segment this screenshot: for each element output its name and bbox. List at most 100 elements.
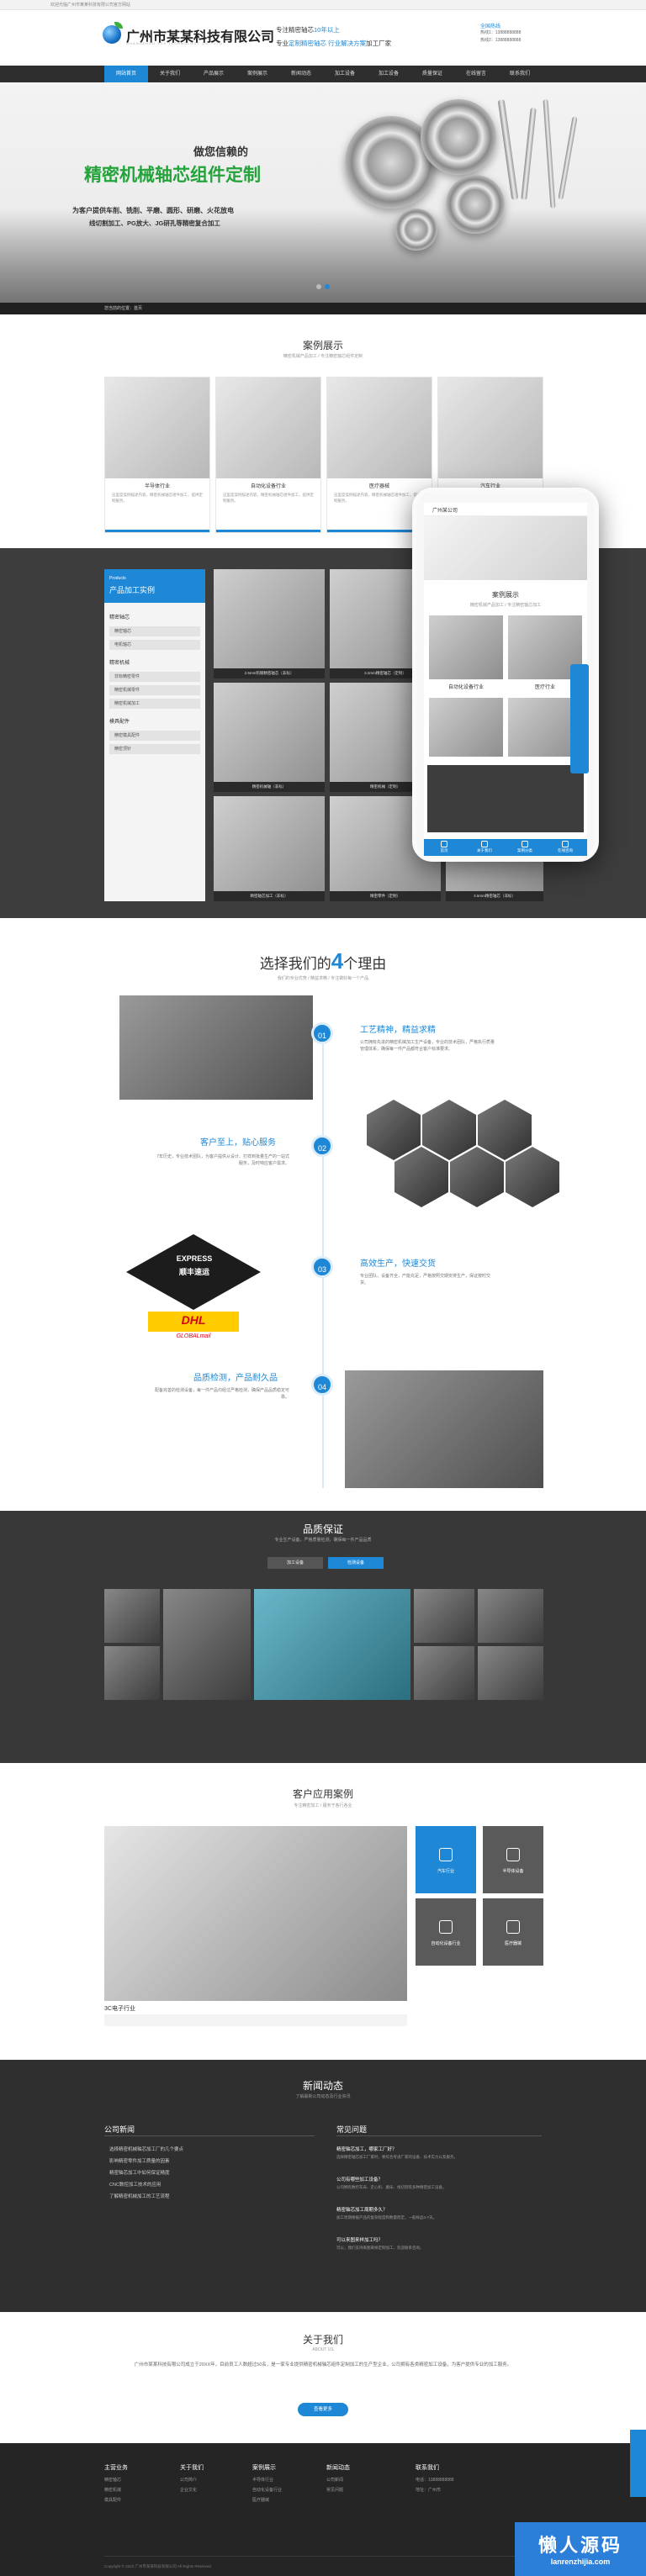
case-desc: 这里是案例描述内容，精密机械轴芯组件加工，提供定制服务。 bbox=[223, 493, 314, 503]
carousel-dot[interactable] bbox=[316, 284, 321, 289]
apps-feature-image[interactable] bbox=[104, 1826, 407, 2001]
app-tile[interactable]: 医疗器械 bbox=[483, 1898, 543, 1966]
tab-processing-equipment[interactable]: 加工设备 bbox=[267, 1557, 323, 1569]
faq-item[interactable]: 精密轴芯加工，哪家工厂好？ 选择精密轴芯加工厂家时，要综合考虑厂家的设备、技术实力… bbox=[336, 2146, 542, 2160]
header bbox=[0, 10, 646, 66]
sidebar-category[interactable]: 精密轴芯 bbox=[109, 613, 130, 620]
footer-link[interactable]: 企业文化 bbox=[180, 2487, 197, 2493]
nav-item[interactable]: 关于我们 bbox=[148, 66, 192, 82]
product-tile[interactable]: 精密机械轴（非标） bbox=[214, 683, 325, 792]
quality-photo[interactable] bbox=[414, 1589, 474, 1643]
nav-item[interactable]: 加工设备 bbox=[367, 66, 410, 82]
sidebar-subitem[interactable]: 非标精密零件 bbox=[109, 672, 200, 682]
divider bbox=[104, 2135, 315, 2136]
main-nav: 网站首页 关于我们 产品展示 案例展示 新闻动态 加工设备 加工设备 质量保证 … bbox=[0, 66, 646, 82]
nav-item[interactable]: 产品展示 bbox=[192, 66, 236, 82]
breadcrumb-text[interactable]: 您当前的位置：首页 bbox=[104, 305, 142, 311]
dhl-logo: DHL bbox=[148, 1312, 239, 1332]
app-tile[interactable]: 汽车行业 bbox=[416, 1826, 476, 1893]
quality-photo[interactable] bbox=[104, 1646, 160, 1700]
footer-link[interactable]: 医疗器械 bbox=[252, 2497, 269, 2503]
divider bbox=[104, 2556, 516, 2557]
sidebar-category[interactable]: 精密机械 bbox=[109, 658, 130, 666]
sidebar-subitem[interactable]: 精密机械加工 bbox=[109, 699, 200, 709]
company-name-en: GUANGZHOU XXX TECHNOLOGY CO., LTD bbox=[126, 41, 223, 45]
user-icon bbox=[481, 841, 488, 847]
apps-subtitle: 专注精密加工 / 服务于各行各业 bbox=[294, 1803, 352, 1808]
nav-item[interactable]: 新闻动态 bbox=[279, 66, 323, 82]
case-card[interactable]: 半导体行业 这里是案例描述内容，精密机械轴芯组件加工，提供定制服务。 bbox=[104, 377, 210, 533]
nav-item[interactable]: 网站首页 bbox=[104, 66, 148, 82]
quality-photo[interactable] bbox=[104, 1589, 160, 1643]
footer-link[interactable]: 公司新闻 bbox=[326, 2477, 343, 2483]
phone-banner[interactable] bbox=[424, 516, 587, 580]
gear-image bbox=[395, 209, 437, 251]
quality-photo[interactable] bbox=[414, 1646, 474, 1700]
footer-link[interactable]: 精密轴芯 bbox=[104, 2477, 121, 2483]
reason-heading: 品质检测，产品耐久品 bbox=[193, 1374, 278, 1383]
sidebar-category[interactable]: 模具配件 bbox=[109, 717, 130, 725]
news-item[interactable]: 了解精密机械加工的工艺流程 bbox=[109, 2193, 170, 2199]
carousel-dot-active[interactable] bbox=[325, 284, 330, 289]
tab-faq[interactable]: 常见问题 bbox=[336, 2124, 367, 2135]
hero-banner[interactable] bbox=[0, 82, 646, 303]
news-item[interactable]: CNC数控加工技术的应用 bbox=[109, 2181, 161, 2188]
sidebar-subitem[interactable]: 精密轴芯 bbox=[109, 626, 200, 636]
more-button[interactable]: 查看更多 bbox=[298, 2403, 348, 2416]
phone-case-image[interactable] bbox=[429, 698, 503, 757]
faq-item[interactable]: 公司有哪些加工设备？ 公司拥有数控车床、走心机、磨床、线切割等多种精密加工设备。 bbox=[336, 2176, 542, 2190]
home-icon bbox=[441, 841, 447, 847]
tab-company-news[interactable]: 公司新闻 bbox=[104, 2124, 135, 2135]
footer-link[interactable]: 精密机械 bbox=[104, 2487, 121, 2493]
workshop-photo bbox=[506, 1147, 559, 1207]
footer-link[interactable]: 自动化设备行业 bbox=[252, 2487, 282, 2493]
sidebar-subitem[interactable]: 精密机械零件 bbox=[109, 685, 200, 695]
footer-link[interactable]: 半导体行业 bbox=[252, 2477, 273, 2483]
workshop-photo bbox=[450, 1147, 504, 1207]
phone-nav-about[interactable]: 关于我们 bbox=[464, 841, 505, 853]
phone-nav-cases[interactable]: 案例分类 bbox=[505, 841, 545, 853]
quality-photo[interactable] bbox=[163, 1589, 251, 1700]
faq-item[interactable]: 精密轴芯加工周期多久？ 加工周期根据产品的复杂程度和数量而定，一般样品3-7天。 bbox=[336, 2206, 542, 2220]
faq-item[interactable]: 可以来图来样加工吗？ 可以，我们支持来图来样定制加工，欢迎联系咨询。 bbox=[336, 2236, 542, 2251]
footer-link[interactable]: 模具配件 bbox=[104, 2497, 121, 2503]
nav-item[interactable]: 质量保证 bbox=[410, 66, 454, 82]
phone-case-title: 自动化设备行业 bbox=[447, 685, 484, 690]
phone-section-title: 案例展示 bbox=[492, 591, 519, 599]
news-item[interactable]: 精密轴芯加工中如何保证精度 bbox=[109, 2169, 170, 2176]
phone-side-toolbar[interactable] bbox=[570, 664, 589, 773]
reason-heading: 客户至上，贴心服务 bbox=[200, 1138, 276, 1148]
footer-col-title: 联系我们 bbox=[416, 2465, 439, 2471]
app-tile[interactable]: 半导体设备 bbox=[483, 1826, 543, 1893]
apps-title: 客户应用案例 bbox=[292, 1788, 353, 1800]
case-card[interactable]: 自动化设备行业 这里是案例描述内容，精密机械轴芯组件加工，提供定制服务。 bbox=[215, 377, 321, 533]
quality-photo[interactable] bbox=[478, 1646, 543, 1700]
news-item[interactable]: 影响精密零件加工质量的因素 bbox=[109, 2157, 170, 2164]
sidebar-subitem[interactable]: 精密模具配件 bbox=[109, 731, 200, 741]
reason-text: 7年历史，专业技术团队，为客户提供从设计、打样到批量生产的一站式服务，及时响应客… bbox=[156, 1154, 289, 1166]
product-tile[interactable]: 2.5mm钨钢精密轴芯（非标） bbox=[214, 569, 325, 678]
product-caption: 精密零件（定制） bbox=[330, 891, 441, 901]
sidebar-subitem[interactable]: 电机轴芯 bbox=[109, 640, 200, 650]
tab-testing-equipment[interactable]: 检测设备 bbox=[328, 1557, 384, 1569]
product-tile[interactable]: 精密轴芯加工（非标） bbox=[214, 796, 325, 901]
footer-link[interactable]: 常见问题 bbox=[326, 2487, 343, 2493]
footer-link[interactable]: 公司简介 bbox=[180, 2477, 197, 2483]
footer-col-title: 案例展示 bbox=[252, 2465, 276, 2471]
floating-contact-bar[interactable] bbox=[630, 2430, 646, 2497]
app-tile[interactable]: 自动化设备行业 bbox=[416, 1898, 476, 1966]
phone-nav-consult[interactable]: 在线咨询 bbox=[545, 841, 585, 853]
factory-photo bbox=[119, 995, 313, 1100]
quality-photo-main[interactable] bbox=[254, 1589, 410, 1700]
nav-item[interactable]: 联系我们 bbox=[498, 66, 542, 82]
nav-item[interactable]: 加工设备 bbox=[323, 66, 367, 82]
quality-photo[interactable] bbox=[478, 1589, 543, 1643]
nav-item[interactable]: 案例展示 bbox=[236, 66, 279, 82]
reason-number: 02 bbox=[311, 1135, 333, 1157]
nav-item[interactable]: 在线留言 bbox=[454, 66, 498, 82]
phone-nav-home[interactable]: 首页 bbox=[424, 841, 464, 853]
phone-case-image[interactable] bbox=[429, 615, 503, 679]
workshop-photo bbox=[478, 1100, 532, 1160]
news-item[interactable]: 选择精密机械轴芯加工厂的几个要点 bbox=[109, 2146, 183, 2152]
sidebar-subitem[interactable]: 精密顶针 bbox=[109, 744, 200, 754]
